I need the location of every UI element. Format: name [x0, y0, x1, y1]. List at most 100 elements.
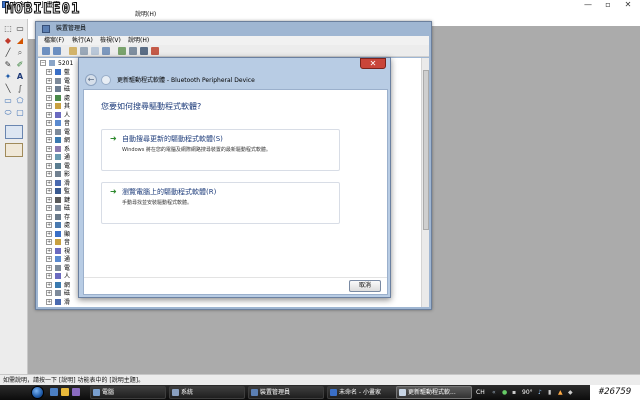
cancel-button[interactable]: 取消 [349, 280, 381, 292]
uninstall-device-icon[interactable] [151, 47, 159, 55]
device-category-icon [55, 239, 61, 245]
expand-icon[interactable]: + [46, 213, 52, 220]
task-computer[interactable]: 電腦 [90, 386, 166, 399]
menu-help[interactable]: 說明(H) [128, 36, 149, 45]
device-category-icon [55, 196, 61, 203]
text-tool-icon[interactable]: A [15, 72, 25, 82]
expand-icon[interactable]: + [46, 111, 52, 118]
polygon-icon[interactable]: ⬠ [15, 96, 25, 106]
rounded-rect-icon[interactable]: ▢ [15, 108, 25, 118]
expand-icon[interactable]: + [46, 281, 52, 288]
task-label: 電腦 [102, 389, 115, 396]
disable-device-icon[interactable] [140, 47, 148, 55]
device-tree-scrollbar[interactable] [421, 58, 429, 307]
device-category-icon [55, 256, 61, 262]
tray-app-icon[interactable]: ● [502, 385, 507, 400]
rectangle-icon[interactable]: ▭ [3, 96, 13, 106]
expand-icon[interactable]: + [46, 171, 52, 177]
task-update-driver[interactable]: 更新驅動程式軟... [396, 386, 472, 399]
properties-icon[interactable] [80, 47, 88, 55]
tray-network-icon[interactable]: ▪ [512, 385, 516, 400]
tray-power-icon[interactable]: ▮ [548, 385, 551, 400]
tool-option-opaque-icon[interactable] [5, 143, 23, 157]
tree-view-icon[interactable] [69, 47, 77, 55]
expand-icon[interactable]: + [46, 256, 52, 262]
expand-icon[interactable]: + [46, 239, 52, 245]
menu-help[interactable]: 說明(H) [135, 10, 156, 19]
expand-icon[interactable]: + [46, 137, 52, 143]
expand-icon[interactable]: + [46, 179, 52, 186]
task-label: 更新驅動程式軟... [408, 389, 456, 396]
expand-icon[interactable]: + [46, 77, 52, 84]
magnifier-icon[interactable]: ⌕ [15, 48, 25, 58]
task-device-manager[interactable]: 裝置管理員 [248, 386, 324, 399]
show-desktop-icon[interactable] [50, 388, 58, 396]
line-icon[interactable]: ╲ [3, 84, 13, 94]
device-category-icon [55, 94, 61, 101]
expand-icon[interactable]: + [46, 264, 52, 271]
language-indicator[interactable]: CH [476, 385, 485, 400]
eraser-icon[interactable]: ◆ [3, 36, 13, 46]
forward-icon[interactable] [53, 47, 61, 55]
expand-icon[interactable]: + [46, 230, 52, 237]
expand-icon[interactable]: + [46, 120, 52, 126]
task-label: 未命名 - 小畫家 [339, 389, 381, 396]
menu-file[interactable]: 檔案(F) [44, 36, 64, 45]
tool-option-transparent-icon[interactable] [5, 125, 23, 139]
ie-icon[interactable] [61, 388, 69, 396]
ellipse-icon[interactable]: ⬭ [3, 108, 13, 118]
tray-misc-icon[interactable]: ◆ [568, 385, 573, 400]
expand-icon[interactable]: + [46, 145, 52, 152]
scrollbar-thumb[interactable] [423, 70, 429, 230]
expand-icon[interactable]: + [46, 196, 52, 203]
back-icon[interactable] [42, 47, 50, 55]
mobile01-watermark-logo: MOBILE01 [4, 1, 81, 18]
task-system[interactable]: 系統 [169, 386, 245, 399]
tray-temperature[interactable]: 90° [522, 385, 533, 400]
expand-icon[interactable]: + [46, 290, 52, 296]
expand-icon[interactable]: + [46, 188, 52, 194]
task-paint[interactable]: 未命名 - 小畫家 [327, 386, 403, 399]
expand-icon[interactable]: + [46, 273, 52, 279]
tray-arrow-icon[interactable]: « [492, 385, 496, 400]
device-manager-title: 裝置管理員 [56, 25, 87, 32]
tray-volume-icon[interactable]: ♪ [538, 385, 542, 400]
brush-icon[interactable]: ✐ [15, 60, 25, 70]
expand-icon[interactable]: + [46, 86, 52, 92]
tray-alert-icon[interactable]: ▲ [558, 385, 563, 400]
option-browse-title: 瀏覽電腦上的驅動程式軟體(R) [122, 188, 217, 196]
pencil-icon[interactable]: ✎ [3, 60, 13, 70]
start-button[interactable] [31, 386, 44, 399]
help-icon[interactable] [91, 47, 99, 55]
expand-icon[interactable]: + [46, 247, 52, 254]
dialog-close-button[interactable]: ✕ [360, 58, 386, 69]
expand-icon[interactable]: + [46, 298, 52, 305]
expand-icon[interactable]: + [46, 94, 52, 101]
device-category-icon [55, 145, 61, 152]
scan-hardware-icon[interactable] [118, 47, 126, 55]
switch-windows-icon[interactable] [72, 388, 80, 396]
expand-icon[interactable]: + [46, 205, 52, 211]
update-driver-icon[interactable] [129, 47, 137, 55]
expand-icon[interactable]: + [46, 154, 52, 160]
expand-icon[interactable]: + [46, 103, 52, 109]
fill-icon[interactable]: ◢ [15, 36, 25, 46]
expand-icon[interactable]: + [46, 69, 52, 75]
option-browse-computer[interactable]: ➜ 瀏覽電腦上的驅動程式軟體(R) 手動尋找並安裝驅動程式軟體。 [101, 182, 340, 224]
free-select-icon[interactable]: ⬚ [3, 24, 13, 34]
back-arrow-icon[interactable]: ← [85, 74, 97, 86]
eyedropper-icon[interactable]: ╱ [3, 48, 13, 58]
maximize-button[interactable]: ▫ [601, 0, 615, 9]
airbrush-icon[interactable]: ✦ [3, 72, 13, 82]
minimize-button[interactable]: — [581, 0, 595, 9]
expand-icon[interactable]: + [46, 222, 52, 228]
view-icon[interactable] [102, 47, 110, 55]
expand-icon[interactable]: + [46, 128, 52, 135]
expand-icon[interactable]: + [46, 162, 52, 169]
menu-view[interactable]: 檢視(V) [100, 36, 121, 45]
select-icon[interactable]: ▭ [15, 24, 25, 34]
close-button[interactable]: ✕ [621, 0, 635, 9]
option-auto-search[interactable]: ➜ 自動搜尋更新的驅動程式軟體(S) Windows 將在您的電腦及網際網路搜尋… [101, 129, 340, 171]
menu-action[interactable]: 執行(A) [72, 36, 93, 45]
curve-icon[interactable]: ∫ [15, 84, 25, 94]
